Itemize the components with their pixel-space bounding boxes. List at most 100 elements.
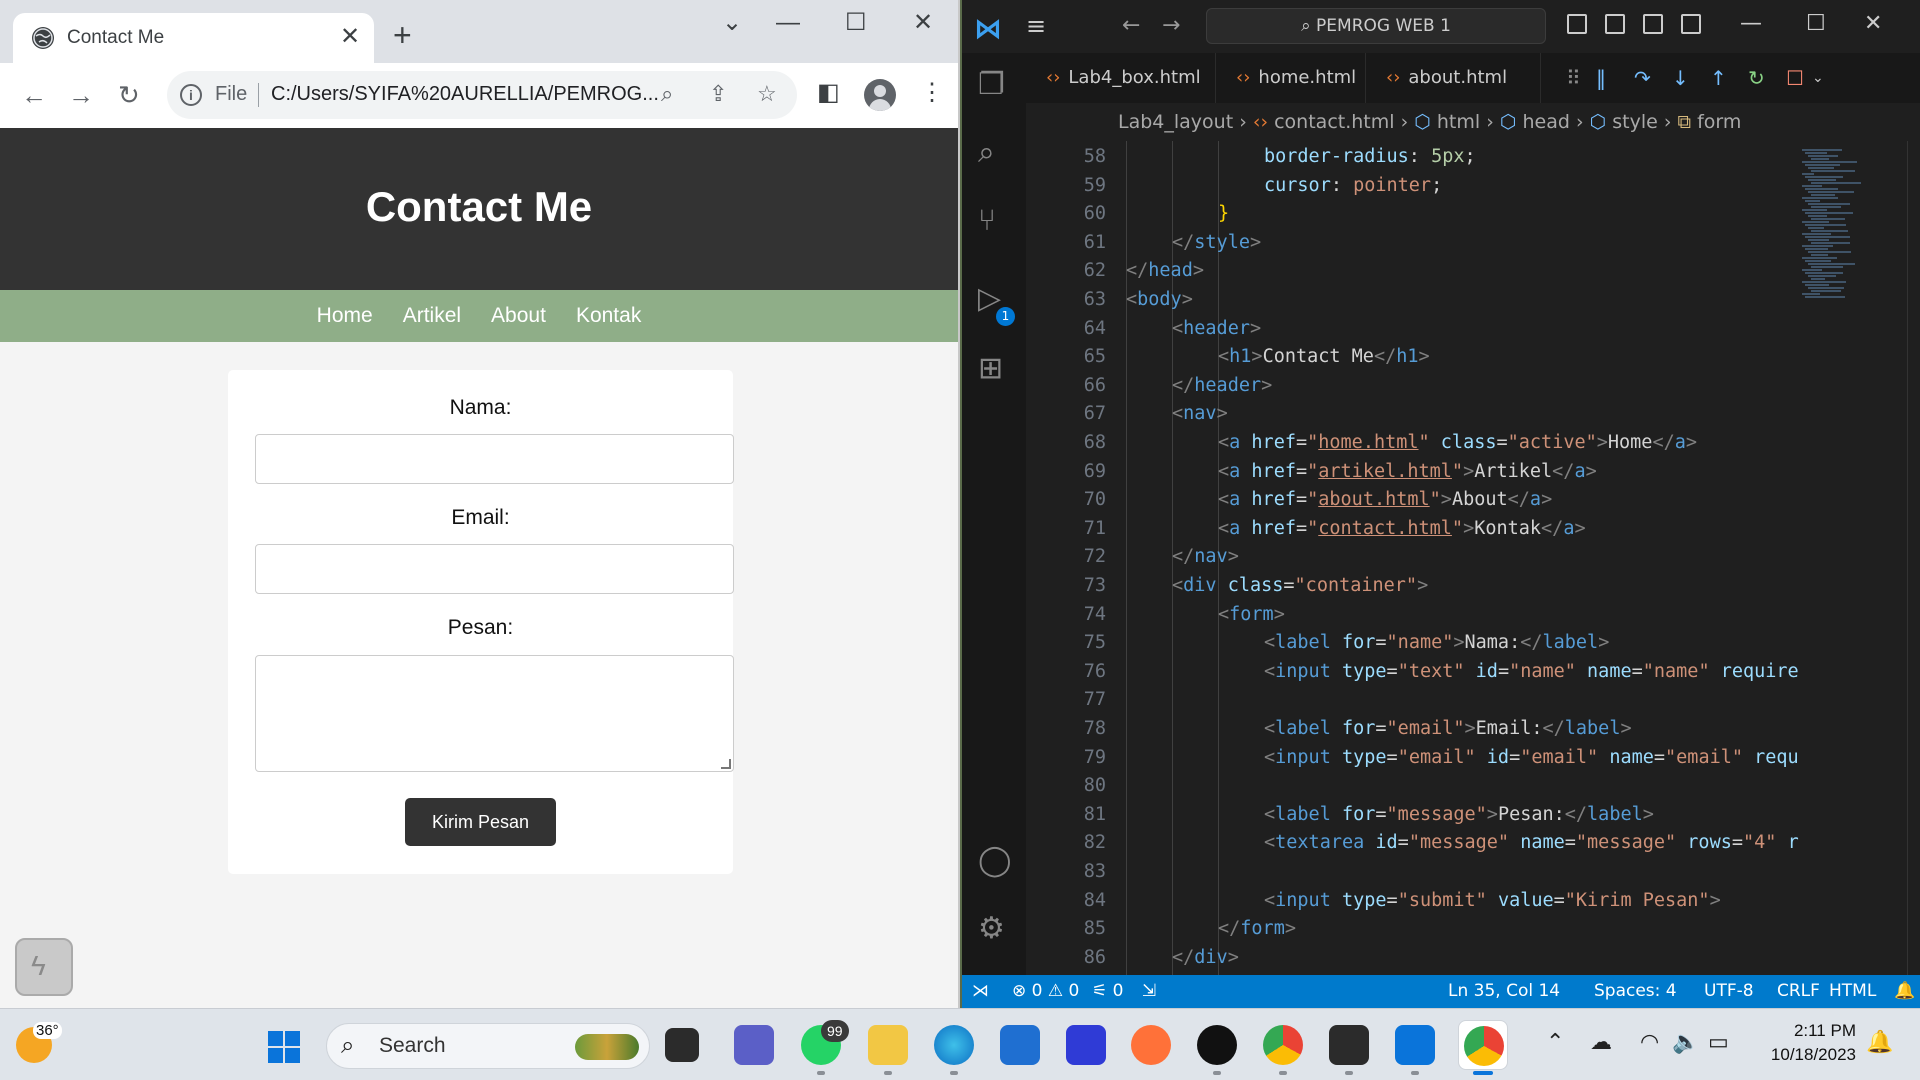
code-line[interactable]: 68 <a href="home.html" class="active">Hom… <box>1026 429 1920 457</box>
chrome-profile-icon[interactable] <box>1263 1025 1303 1065</box>
live-share-icon[interactable]: ⇲ <box>1142 975 1156 1008</box>
code-line[interactable]: 72 </nav> <box>1026 543 1920 571</box>
minimap[interactable] <box>1796 141 1906 975</box>
back-icon[interactable]: ← <box>21 81 47 109</box>
star-icon[interactable]: ☆ <box>757 81 777 107</box>
code-line[interactable]: 64 <header> <box>1026 315 1920 343</box>
code-line[interactable]: 73 <div class="container"> <box>1026 572 1920 600</box>
site-info-icon[interactable]: i <box>180 84 202 106</box>
terminal-icon[interactable] <box>1329 1025 1369 1065</box>
edge-icon[interactable] <box>934 1025 974 1065</box>
back-icon[interactable]: ← <box>1122 13 1140 38</box>
forward-icon[interactable]: → <box>1162 13 1180 38</box>
cursor-position[interactable]: Ln 35, Col 14 <box>1448 975 1560 1008</box>
close-window-button[interactable]: ✕ <box>1864 11 1882 36</box>
code-line[interactable]: 85 </form> <box>1026 915 1920 943</box>
step-over-icon[interactable]: ↷ <box>1634 64 1651 92</box>
tab-lab4-box[interactable]: ‹› Lab4_box.html <box>1026 53 1216 103</box>
toggle-sidebar-icon[interactable] <box>1567 14 1587 34</box>
tab-home[interactable]: ‹› home.html <box>1216 53 1366 103</box>
close-window-button[interactable]: ✕ <box>913 8 933 38</box>
floating-app-icon[interactable]: ϟ <box>15 938 73 996</box>
nav-link-home[interactable]: Home <box>317 290 373 342</box>
step-into-icon[interactable]: ↓ <box>1672 64 1689 92</box>
code-line[interactable]: 70 <a href="about.html">About</a> <box>1026 486 1920 514</box>
code-line[interactable]: 80 <box>1026 772 1920 800</box>
code-line[interactable]: 71 <a href="contact.html">Kontak</a> <box>1026 515 1920 543</box>
code-line[interactable]: 75 <label for="name">Nama:</label> <box>1026 629 1920 657</box>
tab-about[interactable]: ‹› about.html <box>1366 53 1541 103</box>
account-icon[interactable]: ◯ <box>978 845 1012 877</box>
system-clock[interactable]: 2:11 PM 10/18/2023 <box>1756 1019 1856 1067</box>
source-control-icon[interactable]: ⑂ <box>978 205 996 237</box>
onedrive-icon[interactable]: ☁ <box>1590 1029 1612 1055</box>
problems-status[interactable]: ⊗ 0 ⚠ 0 <box>1012 975 1079 1008</box>
zoom-icon[interactable]: ⌕ <box>661 81 673 107</box>
url-text[interactable]: C:/Users/SYIFA%20AURELLIA/PEMROG... <box>271 83 659 106</box>
notification-bell-icon[interactable]: 🔔 <box>1866 1029 1893 1055</box>
taskbar-search[interactable]: ⌕ Search <box>326 1023 650 1069</box>
breadcrumb-form[interactable]: form <box>1697 111 1741 133</box>
breadcrumb-file[interactable]: contact.html <box>1274 111 1394 133</box>
drag-handle-icon[interactable]: ⠿ <box>1566 64 1581 92</box>
command-center[interactable]: ⌕ PEMROG WEB 1 <box>1206 8 1546 44</box>
menu-icon[interactable]: ⋮ <box>920 78 944 107</box>
nav-link-kontak[interactable]: Kontak <box>576 290 641 342</box>
code-line[interactable]: 61 </style> <box>1026 229 1920 257</box>
code-line[interactable]: 62 </head> <box>1026 257 1920 285</box>
code-line[interactable]: 63 <body> <box>1026 286 1920 314</box>
firefox-icon[interactable] <box>1131 1025 1171 1065</box>
step-out-icon[interactable]: ↑ <box>1710 64 1727 92</box>
forward-icon[interactable]: → <box>68 81 94 109</box>
extensions-icon[interactable]: ⊞ <box>978 353 1003 385</box>
code-line[interactable]: 76 <input type="text" id="name" name="nam… <box>1026 658 1920 686</box>
maximize-button[interactable]: ☐ <box>1806 11 1826 36</box>
share-icon[interactable]: ⇪ <box>709 81 727 107</box>
code-line[interactable]: 81 <label for="message">Pesan:</label> <box>1026 801 1920 829</box>
name-input[interactable] <box>255 434 734 484</box>
spotify-icon[interactable] <box>1197 1025 1237 1065</box>
new-tab-button[interactable]: + <box>393 19 412 51</box>
side-panel-icon[interactable]: ◧ <box>817 78 840 107</box>
ports-status[interactable]: ⚟ 0 <box>1092 975 1123 1008</box>
code-editor[interactable]: 58 border-radius: 5px; 59 cursor: pointer; 6… <box>1026 141 1920 975</box>
message-textarea[interactable] <box>255 655 734 772</box>
code-line[interactable]: 66 </header> <box>1026 372 1920 400</box>
file-explorer-icon[interactable] <box>868 1025 908 1065</box>
code-line[interactable]: 79 <input type="email" id="email" name="e… <box>1026 744 1920 772</box>
code-line[interactable]: 77 <box>1026 686 1920 714</box>
windows-start-icon[interactable] <box>268 1031 300 1063</box>
pause-icon[interactable]: ‖ <box>1596 64 1606 92</box>
explorer-icon[interactable]: ❐ <box>978 69 1005 101</box>
microsoft-store-icon[interactable] <box>1000 1025 1040 1065</box>
code-line[interactable]: 65 <h1>Contact Me</h1> <box>1026 343 1920 371</box>
teams-chat-icon[interactable] <box>734 1025 774 1065</box>
battery-icon[interactable]: ▭ <box>1708 1029 1729 1055</box>
nav-link-artikel[interactable]: Artikel <box>403 290 461 342</box>
wifi-icon[interactable]: ◠ <box>1640 1029 1659 1055</box>
nav-link-about[interactable]: About <box>491 290 546 342</box>
reload-icon[interactable]: ↻ <box>118 81 140 109</box>
app-icon[interactable] <box>1066 1025 1106 1065</box>
customize-layout-icon[interactable] <box>1681 14 1701 34</box>
code-line[interactable]: 59 cursor: pointer; <box>1026 172 1920 200</box>
code-line[interactable]: 86 </div> <box>1026 944 1920 972</box>
code-line[interactable]: 78 <label for="email">Email:</label> <box>1026 715 1920 743</box>
email-input[interactable] <box>255 544 734 594</box>
stop-icon[interactable]: ☐ <box>1786 64 1804 92</box>
volume-icon[interactable]: 🔈 <box>1672 1029 1699 1055</box>
chevron-up-icon[interactable]: ⌃ <box>1546 1029 1564 1055</box>
bell-icon[interactable]: 🔔 <box>1894 975 1915 1008</box>
code-line[interactable]: 74 <form> <box>1026 601 1920 629</box>
hamburger-menu-icon[interactable]: ≡ <box>1026 12 1046 40</box>
submit-button[interactable]: Kirim Pesan <box>405 798 556 846</box>
breadcrumb-folder[interactable]: Lab4_layout <box>1118 111 1233 133</box>
browser-tab-contact[interactable]: Contact Me ✕ <box>13 13 374 63</box>
settings-gear-icon[interactable]: ⚙ <box>978 913 1005 945</box>
chevron-down-icon[interactable]: ⌄ <box>1812 64 1824 92</box>
eol-status[interactable]: CRLF <box>1777 975 1820 1008</box>
resize-grip-icon[interactable] <box>721 759 731 769</box>
tab-search-icon[interactable]: ⌄ <box>722 8 742 38</box>
editor-scrollbar[interactable] <box>1907 141 1920 975</box>
maximize-button[interactable]: ☐ <box>845 8 867 38</box>
